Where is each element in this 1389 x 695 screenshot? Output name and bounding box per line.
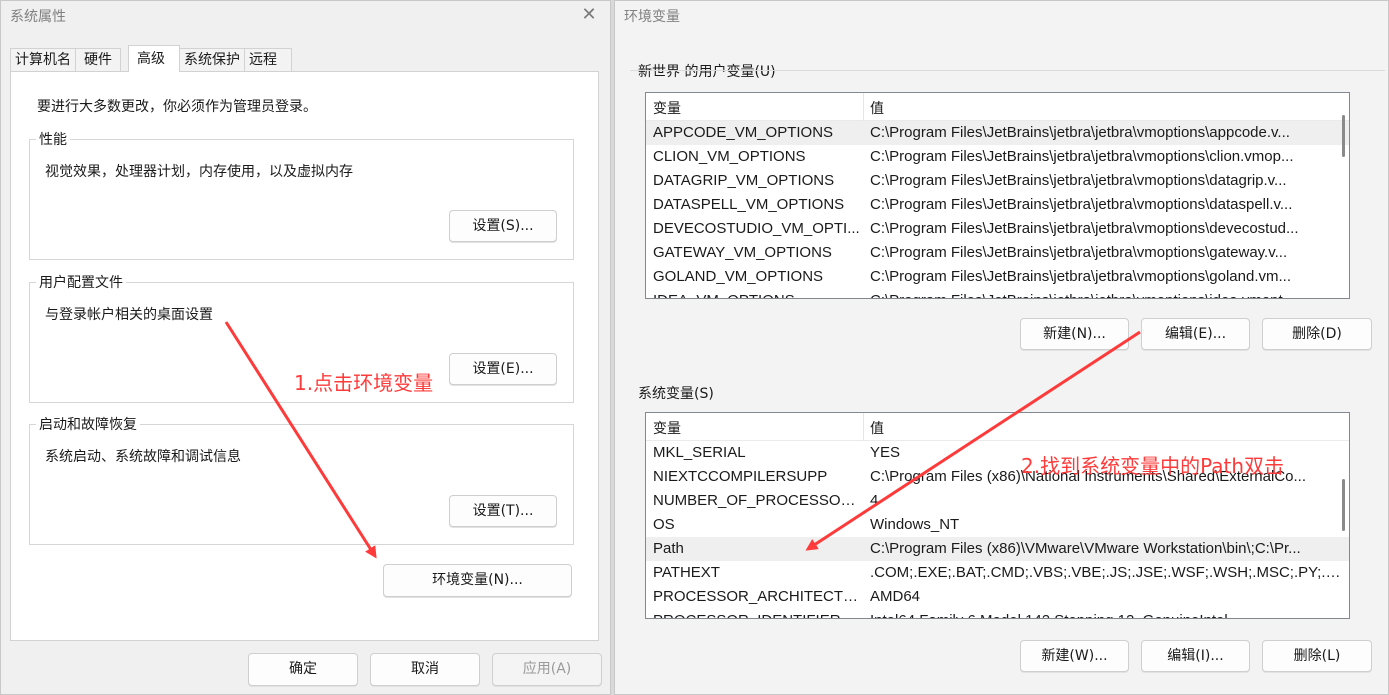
variable-name: NIEXTCCOMPILERSUPP	[653, 468, 828, 485]
step2-annotation: 2.找到系统变量中的Path双击	[1021, 454, 1285, 478]
performance-desc: 视觉效果，处理器计划，内存使用，以及虚拟内存	[45, 164, 353, 180]
step1-annotation: 1.点击环境变量	[294, 371, 434, 395]
variable-value: C:\Program Files\JetBrains\jetbra\jetbra…	[870, 148, 1294, 165]
table-row[interactable]: NUMBER_OF_PROCESSORS 4	[646, 489, 1349, 513]
column-header-variable[interactable]: 变量	[653, 418, 681, 438]
tab-computer-name[interactable]: 计算机名	[10, 48, 76, 72]
tab-remote[interactable]: 远程	[244, 48, 292, 72]
table-row[interactable]: OS Windows_NT	[646, 513, 1349, 537]
variable-value: C:\Program Files\JetBrains\jetbra\jetbra…	[870, 268, 1292, 285]
environment-variables-button[interactable]: 环境变量(N)...	[383, 564, 572, 597]
variable-name: PROCESSOR_IDENTIFIER	[653, 612, 860, 618]
table-row[interactable]: PATHEXT .COM;.EXE;.BAT;.CMD;.VBS;.VBE;.JS…	[646, 561, 1349, 585]
window-title: 环境变量	[624, 9, 680, 25]
system-properties-window: 系统属性 ✕ 计算机名 硬件 高级 系统保护 远程 要进行大多数更改，你必须作为…	[0, 0, 611, 695]
table-row[interactable]: APPCODE_VM_OPTIONS C:\Program Files\JetBr…	[646, 121, 1349, 145]
close-icon[interactable]: ✕	[576, 3, 602, 27]
variable-value: Intel64 Family 6 Model 142 Stepping 12, …	[870, 612, 1348, 618]
performance-settings-button[interactable]: 设置(S)...	[449, 210, 557, 242]
variable-name: Path	[653, 540, 684, 557]
table-row[interactable]: DATAGRIP_VM_OPTIONS C:\Program Files\JetB…	[646, 169, 1349, 193]
variable-value: 4	[870, 492, 879, 509]
performance-group: 性能 视觉效果，处理器计划，内存使用，以及虚拟内存 设置(S)...	[29, 129, 574, 260]
table-row[interactable]: PROCESSOR_ARCHITECTURE AMD64	[646, 585, 1349, 609]
variable-name: OS	[653, 516, 675, 533]
variable-name: GATEWAY_VM_OPTIONS	[653, 244, 832, 261]
variable-name: IDEA_VM_OPTIONS	[653, 292, 860, 298]
window-title: 系统属性	[10, 9, 66, 25]
system-edit-button[interactable]: 编辑(I)...	[1141, 640, 1250, 672]
tab-hardware[interactable]: 硬件	[75, 48, 121, 72]
table-row[interactable]: DATASPELL_VM_OPTIONS C:\Program Files\Jet…	[646, 193, 1349, 217]
tab-bar: 计算机名 硬件 高级 系统保护 远程	[10, 45, 292, 72]
scrollbar-thumb[interactable]	[1342, 115, 1345, 157]
variable-value: Windows_NT	[870, 516, 960, 533]
list-header: 变量 值	[646, 93, 1349, 121]
user-profile-settings-button[interactable]: 设置(E)...	[449, 353, 557, 385]
performance-label: 性能	[36, 129, 70, 149]
startup-settings-button[interactable]: 设置(T)...	[449, 495, 557, 527]
user-delete-button[interactable]: 删除(D)	[1262, 318, 1372, 350]
system-new-button[interactable]: 新建(W)...	[1020, 640, 1129, 672]
variable-value: C:\Program Files (x86)\VMware\VMware Wor…	[870, 540, 1301, 557]
startup-recovery-label: 启动和故障恢复	[36, 414, 140, 434]
variable-name: DEVECOSTUDIO_VM_OPTI...	[653, 220, 860, 237]
column-header-value[interactable]: 值	[870, 418, 884, 438]
table-row[interactable]: GATEWAY_VM_OPTIONS C:\Program Files\JetBr…	[646, 241, 1349, 265]
ok-button[interactable]: 确定	[248, 653, 358, 686]
tab-system-protection[interactable]: 系统保护	[179, 48, 245, 72]
variable-name: CLION_VM_OPTIONS	[653, 148, 806, 165]
table-row[interactable]: DEVECOSTUDIO_VM_OPTI... C:\Program Files\…	[646, 217, 1349, 241]
tab-advanced[interactable]: 高级	[128, 45, 180, 72]
table-row[interactable]: GOLAND_VM_OPTIONS C:\Program Files\JetBra…	[646, 265, 1349, 289]
variable-name: GOLAND_VM_OPTIONS	[653, 268, 824, 285]
system-variables-label: 系统变量(S)	[638, 386, 714, 402]
list-header: 变量 值	[646, 413, 1349, 441]
variable-name: PATHEXT	[653, 564, 720, 581]
variable-name: DATASPELL_VM_OPTIONS	[653, 196, 845, 213]
variable-value: C:\Program Files\JetBrains\jetbra\jetbra…	[870, 220, 1299, 237]
cancel-button[interactable]: 取消	[370, 653, 480, 686]
startup-recovery-desc: 系统启动、系统故障和调试信息	[45, 449, 241, 465]
advanced-panel: 要进行大多数更改，你必须作为管理员登录。 性能 视觉效果，处理器计划，内存使用，…	[10, 71, 599, 641]
variable-value: C:\Program Files\JetBrains\jetbra\jetbra…	[870, 124, 1290, 141]
user-variables-list[interactable]: 变量 值 APPCODE_VM_OPTIONS C:\Program Files\…	[645, 92, 1350, 299]
system-delete-button[interactable]: 删除(L)	[1262, 640, 1372, 672]
variable-name: APPCODE_VM_OPTIONS	[653, 124, 834, 141]
column-header-value[interactable]: 值	[870, 98, 884, 118]
user-profile-label: 用户配置文件	[36, 272, 126, 292]
user-edit-button[interactable]: 编辑(E)...	[1141, 318, 1250, 350]
system-variables-list[interactable]: 变量 值 MKL_SERIAL YES NIEXTCCOMPILERSUPP C:\P…	[645, 412, 1350, 619]
table-row[interactable]: PROCESSOR_IDENTIFIER Intel64 Family 6 Mod…	[646, 609, 1349, 618]
variable-name: PROCESSOR_ARCHITECTURE	[653, 588, 860, 605]
variable-name: DATAGRIP_VM_OPTIONS	[653, 172, 835, 189]
scrollbar-thumb[interactable]	[1342, 479, 1345, 531]
column-divider[interactable]	[863, 93, 864, 121]
variable-value: C:\Program Files\JetBrains\jetbra\jetbra…	[870, 172, 1287, 189]
variable-value: C:\Program Files\JetBrains\jetbra\jetbra…	[870, 196, 1293, 213]
table-row[interactable]: IDEA_VM_OPTIONS C:\Program Files\JetBrain…	[646, 289, 1349, 298]
table-row[interactable]: CLION_VM_OPTIONS C:\Program Files\JetBrai…	[646, 145, 1349, 169]
column-header-variable[interactable]: 变量	[653, 98, 681, 118]
table-row[interactable]: Path C:\Program Files (x86)\VMware\VMware…	[646, 537, 1349, 561]
variable-value: C:\Program Files\JetBrains\jetbra\jetbra…	[870, 292, 1348, 298]
variable-name: MKL_SERIAL	[653, 444, 746, 461]
user-profile-desc: 与登录帐户相关的桌面设置	[45, 307, 213, 323]
user-new-button[interactable]: 新建(N)...	[1020, 318, 1129, 350]
variable-value: C:\Program Files\JetBrains\jetbra\jetbra…	[870, 244, 1288, 261]
apply-button[interactable]: 应用(A)	[492, 653, 602, 686]
column-divider[interactable]	[863, 413, 864, 441]
variable-value: .COM;.EXE;.BAT;.CMD;.VBS;.VBE;.JS;.JSE;.…	[870, 564, 1348, 581]
startup-recovery-group: 启动和故障恢复 系统启动、系统故障和调试信息 设置(T)...	[29, 414, 574, 545]
variable-name: NUMBER_OF_PROCESSORS	[653, 492, 860, 509]
admin-note: 要进行大多数更改，你必须作为管理员登录。	[37, 99, 317, 115]
variable-value: AMD64	[870, 588, 921, 605]
